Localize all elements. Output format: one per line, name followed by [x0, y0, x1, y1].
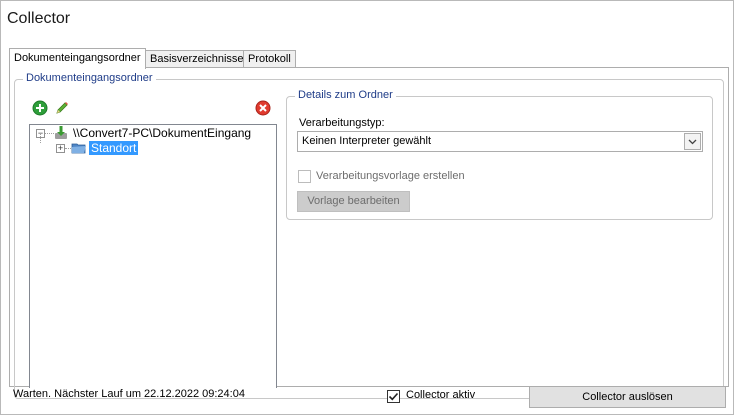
- tab-panel: Dokumenteingangsordner − \\Convert7-PC\D…: [9, 67, 729, 399]
- processing-type-value: Keinen Interpreter gewählt: [302, 135, 432, 147]
- create-template-checkbox[interactable]: [298, 170, 311, 183]
- add-icon[interactable]: [32, 100, 48, 116]
- checkmark-icon: [388, 392, 399, 401]
- collector-active-label: Collector aktiv: [406, 389, 476, 401]
- tree-child-label: Standort: [89, 141, 139, 155]
- trigger-collector-button[interactable]: Collector auslösen: [529, 386, 726, 408]
- details-groupbox: Details zum Ordner Verarbeitungstyp: Kei…: [286, 89, 713, 220]
- folder-tree[interactable]: − \\Convert7-PC\DokumentEingang + Stando…: [29, 124, 277, 388]
- chevron-down-icon: [688, 139, 697, 145]
- collector-active-checkbox[interactable]: [387, 390, 400, 403]
- tab-dokumenteingangsordner[interactable]: Dokumenteingangsordner: [9, 48, 146, 69]
- processing-type-label: Verarbeitungstyp:: [299, 117, 385, 129]
- tab-protokoll[interactable]: Protokoll: [243, 50, 296, 68]
- folder-group-legend: Dokumenteingangsordner: [23, 72, 156, 84]
- tree-child-item[interactable]: Standort: [89, 140, 139, 156]
- processing-type-select[interactable]: Keinen Interpreter gewählt: [297, 131, 703, 152]
- status-text: Warten. Nächster Lauf um 22.12.2022 09:2…: [13, 388, 245, 400]
- tree-connector: [40, 134, 41, 143]
- collector-window: Collector Dokumenteingangsordner Basisve…: [0, 0, 734, 415]
- download-folder-icon: [53, 125, 69, 141]
- folder-icon: [71, 140, 87, 156]
- pencil-icon[interactable]: [54, 100, 70, 116]
- dropdown-button[interactable]: [684, 133, 701, 150]
- create-template-label: Verarbeitungsvorlage erstellen: [316, 170, 465, 182]
- delete-icon[interactable]: [255, 100, 271, 116]
- window-title: Collector: [7, 10, 71, 27]
- edit-template-button[interactable]: Vorlage bearbeiten: [297, 191, 410, 212]
- tree-root-item[interactable]: \\Convert7-PC\DokumentEingang: [73, 125, 251, 141]
- tab-basisverzeichnisse[interactable]: Basisverzeichnisse: [145, 50, 244, 68]
- details-legend: Details zum Ordner: [295, 89, 396, 101]
- tree-child-expander[interactable]: +: [56, 144, 65, 153]
